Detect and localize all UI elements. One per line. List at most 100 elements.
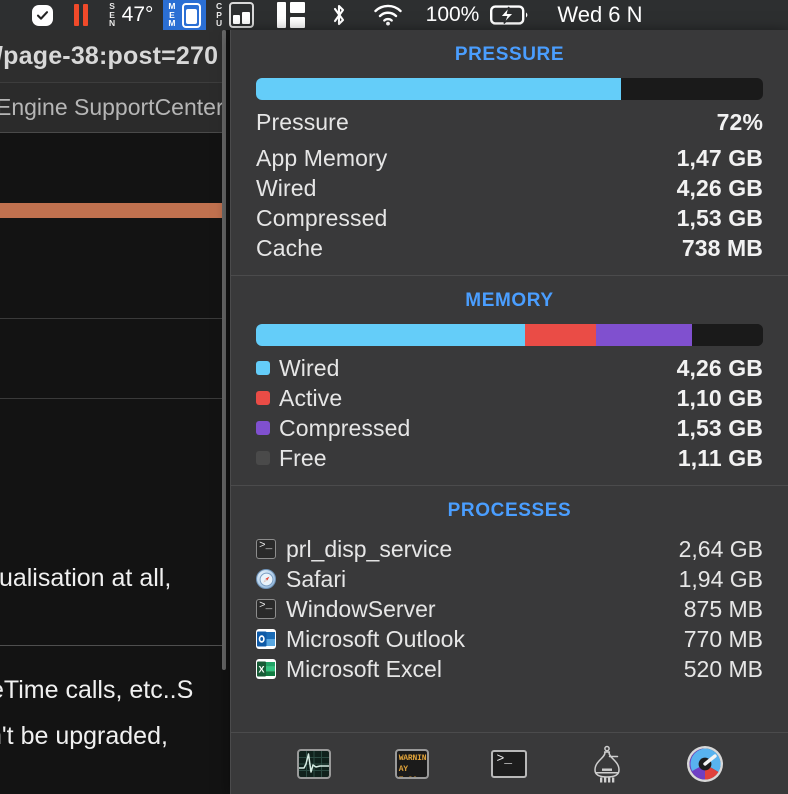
memory-bar-icon: [182, 2, 201, 28]
memory-row-value: 1,11 GB: [677, 444, 763, 471]
cpu-label: CPU: [216, 1, 223, 29]
cpu-bars-icon: [228, 2, 254, 28]
menubar-checkmark-status[interactable]: [0, 0, 60, 30]
memory-legend-swatch: [256, 361, 270, 375]
processes-section: PROCESSES >_ prl_disp_service 2,64 GB Safar…: [231, 486, 788, 684]
pressure-row: Wired 4,26 GB: [256, 173, 763, 203]
process-row[interactable]: Safari 1,94 GB: [256, 564, 763, 594]
menubar-cpu-indicator[interactable]: CPU: [206, 0, 261, 30]
page-text-line-2: eTime calls, etc..S: [0, 676, 194, 704]
activity-monitor-icon: [296, 748, 331, 779]
flask-icon: [590, 744, 624, 784]
memory-row-value: 4,26 GB: [676, 354, 763, 381]
page-separator-3: [0, 645, 226, 646]
console-button[interactable]: WARNIN AY 7:36: [393, 745, 431, 783]
excel-icon: X: [256, 659, 276, 679]
terminal-button[interactable]: >_: [490, 745, 528, 783]
page-text-line-1: tualisation at all,: [0, 564, 172, 592]
clock-label: Wed 6 N: [557, 2, 643, 27]
console-icon: WARNIN AY 7:36: [394, 748, 429, 779]
memory-rows: Wired 4,26 GB Active 1,10 GB Compressed 1,53 …: [256, 353, 763, 473]
browser-tab-title: Engine SupportCenter: [0, 94, 224, 120]
outlook-icon: [256, 629, 276, 649]
pressure-row-label: Wired: [256, 174, 317, 201]
memory-legend-swatch: [256, 391, 270, 405]
memory-section-title: MEMORY: [465, 290, 554, 311]
menubar-battery-percent[interactable]: 100%: [410, 0, 487, 30]
process-row[interactable]: >_ prl_disp_service 2,64 GB: [256, 534, 763, 564]
memory-row-value: 1,53 GB: [676, 414, 763, 441]
page-separator-2: [0, 398, 226, 399]
process-row[interactable]: >_ WindowServer 875 MB: [256, 594, 763, 624]
terminal-icon: >_: [491, 749, 528, 778]
pressure-row-label: Cache: [256, 234, 323, 261]
memory-row-label: Compressed: [279, 414, 411, 441]
browser-url-text: /page-38:post=270: [0, 41, 219, 70]
page-scrollbar[interactable]: [222, 30, 226, 670]
menubar-bluetooth[interactable]: [312, 0, 355, 30]
process-memory-value: 875 MB: [683, 595, 763, 622]
process-memory-value: 770 MB: [683, 625, 763, 652]
disk-utility-button[interactable]: [686, 745, 724, 783]
browser-tab[interactable]: Engine SupportCenter: [0, 82, 226, 132]
menubar-pause-indicator[interactable]: [60, 0, 95, 30]
memory-bar-segment: [692, 324, 763, 346]
pressure-row: Compressed 1,53 GB: [256, 203, 763, 233]
pressure-row-label: App Memory: [256, 144, 388, 171]
process-row[interactable]: Microsoft Outlook 770 MB: [256, 624, 763, 654]
gauge-icon: [686, 745, 724, 783]
memory-bar-segment: [595, 324, 692, 346]
process-memory-value: 2,64 GB: [678, 535, 763, 562]
pressure-section-title: PRESSURE: [454, 44, 565, 65]
process-name: Microsoft Outlook: [286, 625, 465, 652]
menubar-clock[interactable]: Wed 6 N: [537, 0, 649, 30]
memory-section: MEMORY Wired 4,26 GB Active 1,10 GB Compress…: [231, 276, 788, 473]
memory-legend-swatch: [256, 451, 270, 465]
memory-row-value: 1,10 GB: [676, 384, 763, 411]
process-name: Microsoft Excel: [286, 655, 442, 682]
process-memory-value: 520 MB: [683, 655, 763, 682]
browser-url-bar[interactable]: /page-38:post=270: [0, 30, 226, 82]
menubar-wifi[interactable]: [355, 0, 410, 30]
menubar-temperature[interactable]: 47°: [118, 0, 164, 30]
memory-row-label: Free: [279, 444, 327, 471]
pressure-row-value: 4,26 GB: [676, 174, 763, 201]
process-rows: >_ prl_disp_service 2,64 GB Safari 1,94 GB >_…: [256, 534, 763, 684]
svg-text:X: X: [258, 664, 264, 674]
memory-row: Free 1,11 GB: [256, 443, 763, 473]
pressure-row-label: Pressure: [256, 108, 349, 135]
memory-legend-swatch: [256, 421, 270, 435]
memory-label: MEM: [168, 1, 176, 29]
window-layout-icon: [276, 2, 305, 28]
menubar-memory-indicator[interactable]: MEM: [163, 0, 206, 30]
process-row[interactable]: X Microsoft Excel 520 MB: [256, 654, 763, 684]
pressure-row-value: 72%: [716, 108, 763, 135]
pressure-rows: Pressure 72% App Memory 1,47 GB Wired 4,26 GB…: [256, 107, 763, 263]
menubar-battery[interactable]: [486, 0, 537, 30]
page-text-line-3: n't be upgraded,: [0, 722, 168, 750]
temperature-value: 47°: [121, 3, 154, 26]
terminal-icon: >_: [256, 539, 276, 559]
page-separator-1: [0, 318, 226, 319]
page-accent-rule: [0, 203, 226, 218]
pressure-row-value: 738 MB: [681, 234, 763, 261]
process-memory-value: 1,94 GB: [678, 565, 763, 592]
pressure-row: Pressure 72%: [256, 107, 763, 137]
menubar-window-layout[interactable]: [261, 0, 312, 30]
pressure-row: Cache 738 MB: [256, 233, 763, 263]
menu-bar: SEN 47° MEM CPU 100% Wed 6 N: [0, 0, 788, 30]
menubar-sensors[interactable]: SEN: [95, 0, 118, 30]
pressure-row: App Memory 1,47 GB: [256, 143, 763, 173]
pressure-bar-fill: [256, 78, 622, 100]
process-name: prl_disp_service: [286, 535, 453, 562]
pressure-section: PRESSURE Pressure 72% App Memory 1,47 GB Wir…: [231, 30, 788, 263]
process-name: WindowServer: [286, 595, 436, 622]
safari-icon: [256, 569, 276, 589]
console-line-1: WARNIN: [398, 753, 427, 763]
homebrew-button[interactable]: [588, 745, 626, 783]
memory-bar-segment: [256, 324, 525, 346]
activity-monitor-button[interactable]: [295, 745, 333, 783]
memory-row: Wired 4,26 GB: [256, 353, 763, 383]
pressure-row-label: Compressed: [256, 204, 388, 231]
pressure-bar: [256, 78, 763, 100]
